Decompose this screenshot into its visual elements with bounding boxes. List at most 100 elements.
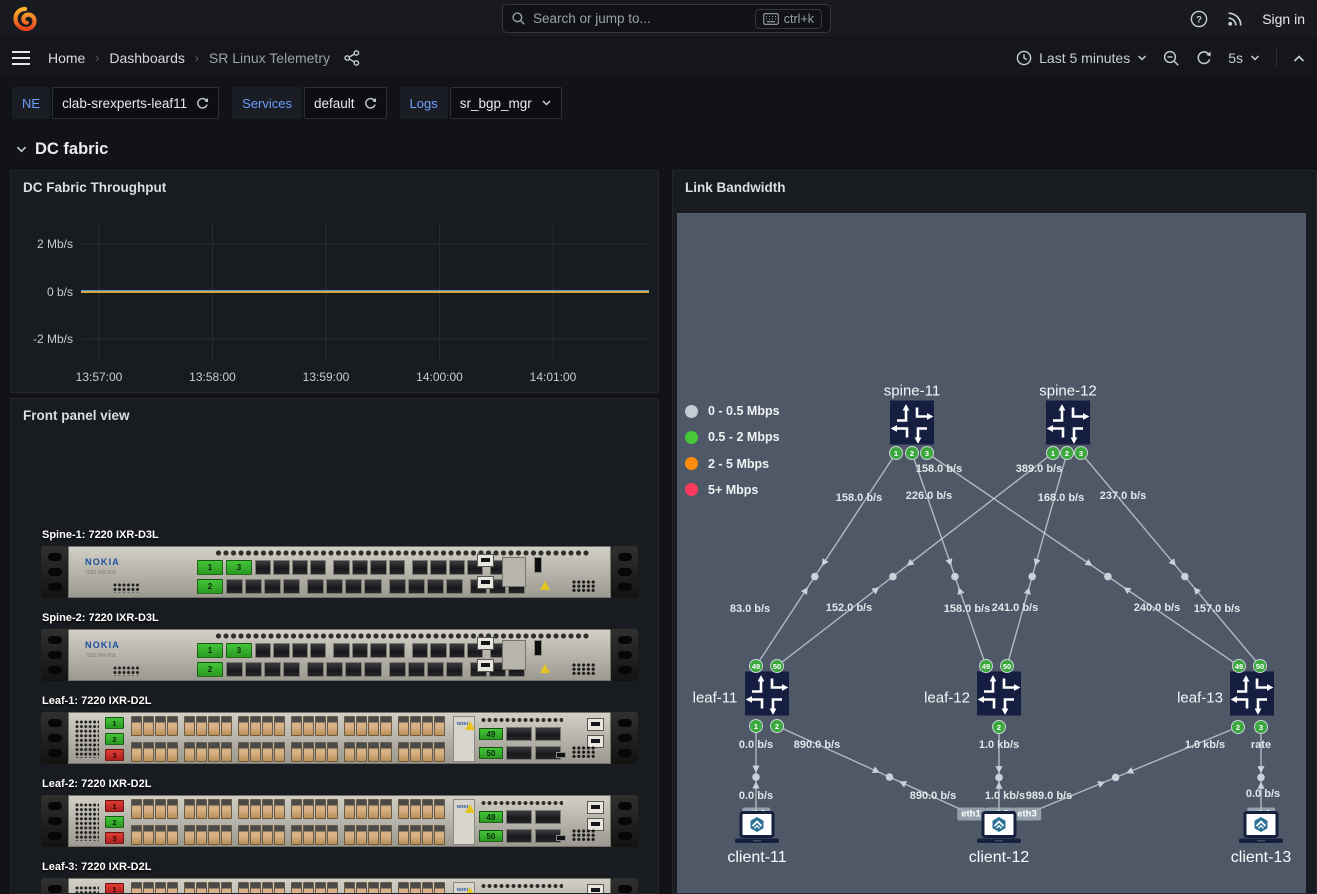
router-node[interactable] xyxy=(1230,672,1274,721)
qsfp-port xyxy=(430,643,446,658)
link-midpoint-dot xyxy=(752,773,760,781)
zoom-out-icon[interactable] xyxy=(1163,50,1180,67)
news-rss-icon[interactable] xyxy=(1226,10,1244,28)
legend-item: 2 - 5 Mbps xyxy=(685,456,769,472)
client-node[interactable] xyxy=(973,811,1025,852)
mgmt-rj45-port xyxy=(477,659,494,672)
breadcrumb-dashboards[interactable]: Dashboards xyxy=(109,50,185,66)
switch-model-text: 7220 IXR-D3L xyxy=(85,653,155,659)
qsfp-port xyxy=(326,579,343,594)
port-indicator: 2 xyxy=(105,816,124,828)
uplink-row: 50 xyxy=(479,829,561,843)
x-axis-tick-label: 13:58:00 xyxy=(189,370,236,384)
copper-port xyxy=(131,882,142,894)
panel-title[interactable]: Front panel view xyxy=(23,408,130,423)
router-node[interactable] xyxy=(1046,401,1090,450)
mgmt-port-column xyxy=(587,801,604,831)
qsfp-port xyxy=(273,643,289,658)
grafana-logo-icon[interactable] xyxy=(12,6,38,32)
refresh-icon[interactable] xyxy=(1196,50,1212,66)
rack-ear-hole xyxy=(618,885,632,893)
switch-image: 123NOKIA4950 xyxy=(41,795,638,847)
nokia-logo-text: NOKIA xyxy=(85,557,120,567)
warning-triangle-icon xyxy=(465,887,475,894)
port-badge: 49 xyxy=(1232,659,1246,673)
link-arrow xyxy=(819,558,829,568)
panel-title[interactable]: DC Fabric Throughput xyxy=(23,180,166,195)
qsfp-port xyxy=(449,643,465,658)
sign-in-button[interactable]: Sign in xyxy=(1262,11,1305,27)
link-rate-label: 158.0 b/s xyxy=(836,492,882,504)
switch-dots xyxy=(75,886,99,894)
copper-port-row xyxy=(131,825,451,845)
help-icon[interactable]: ? xyxy=(1190,10,1208,28)
menu-hamburger-icon[interactable] xyxy=(12,51,30,65)
client-node[interactable] xyxy=(1235,811,1287,852)
front-panel-device: Leaf-2: 7220 IXR-D2L123NOKIA4950 xyxy=(41,778,641,847)
copper-port xyxy=(250,825,261,845)
uplink-row: 49 xyxy=(479,810,561,824)
qsfp-port xyxy=(389,662,406,677)
breadcrumb-home[interactable]: Home xyxy=(48,50,85,66)
front-panel-device: Leaf-3: 7220 IXR-D2L123NOKIA4950 xyxy=(41,861,641,894)
rack-ear-hole xyxy=(48,651,62,659)
copper-port xyxy=(434,716,445,736)
copper-port xyxy=(422,799,433,819)
copper-port xyxy=(398,742,409,762)
highlighted-port: 2 xyxy=(197,579,223,594)
copper-port xyxy=(327,716,338,736)
copper-port xyxy=(221,825,232,845)
variable-value-logs[interactable]: sr_bgp_mgr xyxy=(450,87,562,119)
section-header-dc-fabric[interactable]: DC fabric xyxy=(0,128,1317,170)
copper-port xyxy=(221,799,232,819)
switch-vents xyxy=(481,800,563,806)
qsfp-port xyxy=(283,662,300,677)
collapse-chevron-up-icon[interactable] xyxy=(1293,54,1305,63)
rack-ear-hole xyxy=(618,636,632,644)
qsfp-port xyxy=(370,643,386,658)
qsfp-port xyxy=(427,579,444,594)
copper-port xyxy=(184,716,195,736)
search-input[interactable]: Search or jump to... ctrl+k xyxy=(502,4,831,33)
qsfp-port xyxy=(446,579,463,594)
copper-port xyxy=(410,825,421,845)
panel-title[interactable]: Link Bandwidth xyxy=(685,180,786,195)
router-node[interactable] xyxy=(745,672,789,721)
copper-port xyxy=(380,742,391,762)
legend-color-dot xyxy=(685,405,698,418)
mgmt-port-column xyxy=(477,554,494,589)
copper-port xyxy=(131,742,142,762)
copper-port-row xyxy=(131,716,451,736)
refresh-interval-picker[interactable]: 5s xyxy=(1228,50,1260,66)
share-icon[interactable] xyxy=(344,50,360,66)
qsfp-port xyxy=(226,579,243,594)
time-range-picker[interactable]: Last 5 minutes xyxy=(1016,50,1147,66)
usb-port xyxy=(556,752,566,758)
copper-port xyxy=(410,882,421,894)
node-label: leaf-13 xyxy=(1177,690,1223,707)
copper-port xyxy=(344,742,355,762)
copper-port xyxy=(274,742,285,762)
keyboard-icon xyxy=(763,13,779,25)
rack-ear-hole xyxy=(618,749,632,757)
uplink-row: 49 xyxy=(479,727,561,741)
client-node[interactable] xyxy=(731,811,783,852)
router-node[interactable] xyxy=(890,401,934,450)
warning-triangle-icon xyxy=(540,664,550,673)
front-panel-device: Spine-2: 7220 IXR-D3LNOKIA7220 IXR-D3L13… xyxy=(41,612,641,681)
variable-value-services[interactable]: default xyxy=(304,87,387,119)
variable-label-services[interactable]: Services xyxy=(232,87,302,119)
variable-label-logs[interactable]: Logs xyxy=(400,87,448,119)
variable-label-ne[interactable]: NE xyxy=(12,87,50,119)
copper-port xyxy=(208,716,219,736)
variable-value-ne[interactable]: clab-srexperts-leaf11 xyxy=(52,87,219,119)
mgmt-port-column xyxy=(477,637,494,672)
qsfp-port xyxy=(273,560,289,575)
router-node[interactable] xyxy=(977,672,1021,721)
variable-group-logs: Logs sr_bgp_mgr xyxy=(400,87,562,119)
copper-port xyxy=(368,742,379,762)
link-rate-label: 1.0 kb/s xyxy=(985,790,1025,802)
switch-dots xyxy=(572,746,596,758)
mgmt-module xyxy=(502,557,526,587)
rack-ear-hole xyxy=(618,734,632,742)
